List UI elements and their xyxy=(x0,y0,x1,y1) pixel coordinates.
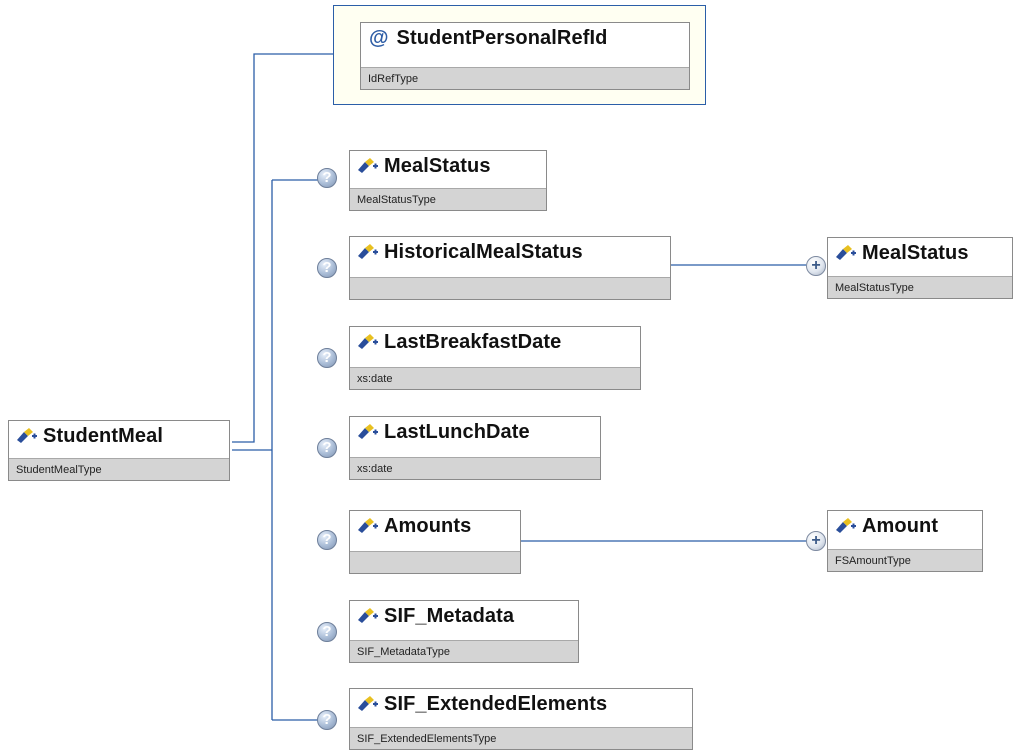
node-name: LastBreakfastDate xyxy=(384,330,562,353)
connector-root-attribute xyxy=(232,53,334,443)
node-name: MealStatus xyxy=(384,154,491,177)
node-type xyxy=(350,551,520,573)
node-type: xs:date xyxy=(350,457,600,479)
node-name: SIF_Metadata xyxy=(384,604,515,627)
expand-icon[interactable]: + xyxy=(806,531,826,551)
node-type: IdRefType xyxy=(361,67,689,89)
node-type: SIF_ExtendedElementsType xyxy=(350,727,692,749)
element-icon xyxy=(358,518,378,533)
node-name: LastLunchDate xyxy=(384,420,530,443)
node-type: SIF_MetadataType xyxy=(350,640,578,662)
optional-badge: ? xyxy=(317,168,337,188)
node-header: Amount xyxy=(828,511,982,541)
optional-badge: ? xyxy=(317,258,337,278)
node-header: LastBreakfastDate xyxy=(350,327,640,357)
element-icon xyxy=(358,158,378,173)
node-header: HistoricalMealStatus xyxy=(350,237,670,267)
node-header: StudentMeal xyxy=(9,421,229,451)
element-sif-metadata[interactable]: SIF_Metadata SIF_MetadataType xyxy=(349,600,579,663)
node-type: xs:date xyxy=(350,367,640,389)
node-header: SIF_ExtendedElements xyxy=(350,689,692,719)
element-icon xyxy=(358,696,378,711)
node-type: FSAmountType xyxy=(828,549,982,571)
element-icon xyxy=(836,245,856,260)
element-icon xyxy=(358,334,378,349)
element-meal-status[interactable]: MealStatus MealStatusType xyxy=(349,150,547,211)
element-icon xyxy=(358,424,378,439)
node-header: Amounts xyxy=(350,511,520,541)
optional-badge: ? xyxy=(317,348,337,368)
root-element-student-meal[interactable]: StudentMeal StudentMealType xyxy=(8,420,230,481)
node-name: SIF_ExtendedElements xyxy=(384,692,608,715)
element-sif-extended-elements[interactable]: SIF_ExtendedElements SIF_ExtendedElement… xyxy=(349,688,693,750)
element-icon xyxy=(358,608,378,623)
node-name: MealStatus xyxy=(862,241,969,264)
element-last-lunch-date[interactable]: LastLunchDate xs:date xyxy=(349,416,601,480)
node-type: StudentMealType xyxy=(9,458,229,480)
optional-badge: ? xyxy=(317,530,337,550)
node-type xyxy=(350,277,670,299)
node-name: Amounts xyxy=(384,514,472,537)
node-name: HistoricalMealStatus xyxy=(384,240,583,263)
optional-badge: ? xyxy=(317,438,337,458)
optional-badge: ? xyxy=(317,622,337,642)
node-header: SIF_Metadata xyxy=(350,601,578,631)
optional-badge: ? xyxy=(317,710,337,730)
element-last-breakfast-date[interactable]: LastBreakfastDate xs:date xyxy=(349,326,641,390)
element-icon xyxy=(358,244,378,259)
attribute-student-personal-refid[interactable]: @ StudentPersonalRefId IdRefType xyxy=(360,22,690,90)
at-sign-icon: @ xyxy=(369,27,389,49)
node-header: @ StudentPersonalRefId xyxy=(361,23,689,53)
element-amounts[interactable]: Amounts xyxy=(349,510,521,574)
schema-diagram: @ StudentPersonalRefId IdRefType Student… xyxy=(0,0,1015,752)
node-type: MealStatusType xyxy=(350,188,546,210)
node-header: LastLunchDate xyxy=(350,417,600,447)
node-name: StudentMeal xyxy=(43,424,163,447)
node-header: MealStatus xyxy=(828,238,1012,268)
node-type: MealStatusType xyxy=(828,276,1012,298)
node-name: StudentPersonalRefId xyxy=(396,26,608,49)
node-header: MealStatus xyxy=(350,151,546,181)
element-meal-status-nested[interactable]: MealStatus MealStatusType xyxy=(827,237,1013,299)
element-amount[interactable]: Amount FSAmountType xyxy=(827,510,983,572)
element-historical-meal-status[interactable]: HistoricalMealStatus xyxy=(349,236,671,300)
element-icon xyxy=(836,518,856,533)
element-icon xyxy=(17,428,37,443)
node-name: Amount xyxy=(862,514,939,537)
expand-icon[interactable]: + xyxy=(806,256,826,276)
